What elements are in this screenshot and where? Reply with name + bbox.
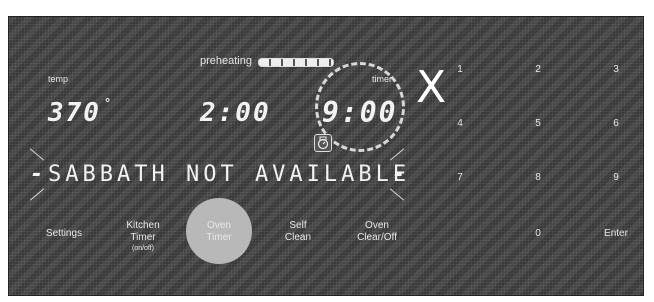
self-clean-button[interactable]: Self Clean xyxy=(276,220,320,244)
temp-degree: ° xyxy=(104,96,114,110)
oven-lock-icon xyxy=(314,134,332,152)
oven-clear-line1: Oven xyxy=(365,220,389,231)
kitchen-timer-line2: Timer xyxy=(130,232,156,243)
status-message: SABBATH NOT AVAILABLE xyxy=(48,162,411,187)
settings-button[interactable]: Settings xyxy=(44,228,84,240)
oven-clear-line2: Clear/Off xyxy=(357,232,397,243)
temp-label: temp xyxy=(48,74,69,84)
self-clean-line1: Self xyxy=(289,220,307,231)
kitchen-timer-button[interactable]: Kitchen Timer (on/off) xyxy=(118,220,168,253)
key-enter[interactable]: Enter xyxy=(596,228,636,239)
preheating-progress-bar xyxy=(258,58,334,67)
kitchen-timer-sub: (on/off) xyxy=(131,245,155,252)
preheating-label: preheating xyxy=(200,55,252,67)
temp-value: 370 xyxy=(48,98,101,128)
key-3[interactable]: 3 xyxy=(596,64,636,75)
key-2[interactable]: 2 xyxy=(518,64,558,75)
message-prefix-dash: - xyxy=(30,162,48,187)
key-9[interactable]: 9 xyxy=(596,172,636,183)
key-8[interactable]: 8 xyxy=(518,172,558,183)
self-clean-line2: Clean xyxy=(284,232,312,243)
key-7[interactable]: 7 xyxy=(440,172,480,183)
key-6[interactable]: 6 xyxy=(596,118,636,129)
key-5[interactable]: 5 xyxy=(518,118,558,129)
message-suffix-dash: - xyxy=(392,162,410,187)
oven-timer-line1: Oven xyxy=(207,220,231,231)
timer-label: timer xyxy=(372,74,392,84)
oven-timer-line2: Timer xyxy=(206,232,232,243)
key-0[interactable]: 0 xyxy=(518,228,558,239)
cook-time-value: 2:00 xyxy=(200,98,271,128)
key-4[interactable]: 4 xyxy=(440,118,480,129)
oven-clear-off-button[interactable]: Oven Clear/Off xyxy=(352,220,402,244)
settings-button-label: Settings xyxy=(45,228,83,239)
kitchen-timer-line1: Kitchen xyxy=(126,220,160,231)
timer-value: 9:00 xyxy=(322,96,398,129)
key-1[interactable]: 1 xyxy=(440,64,480,75)
oven-timer-button[interactable]: Oven Timer xyxy=(194,220,244,244)
